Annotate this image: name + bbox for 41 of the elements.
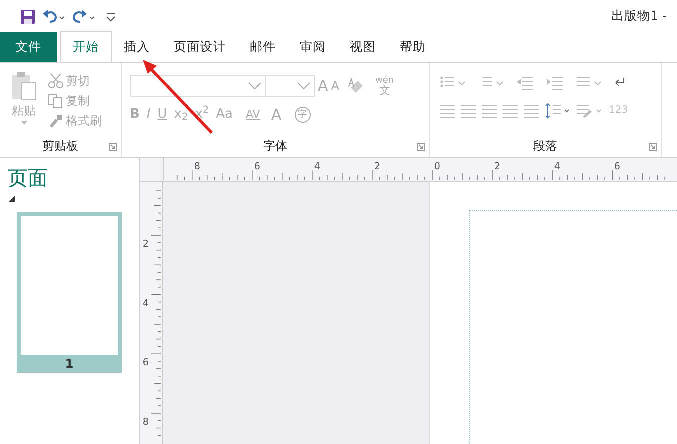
group-label: 段落 — [534, 138, 558, 155]
ribbon-tab[interactable]: 页面设计 — [162, 32, 238, 62]
phonetic-character: 文 — [379, 86, 390, 96]
ribbon-tab[interactable]: 帮助 — [388, 32, 438, 62]
ruler-number: 2 — [494, 162, 500, 172]
brush-icon[interactable] — [48, 113, 63, 129]
ruler-number: 4 — [142, 298, 149, 310]
phonetic-text: wén — [375, 76, 394, 86]
customize-icon[interactable] — [106, 12, 116, 22]
save-icon[interactable] — [20, 8, 36, 24]
ruler-number: 6 — [614, 162, 620, 172]
group-label: 字体 — [264, 138, 288, 155]
ruler-number: 0 — [434, 162, 440, 172]
redo-icon[interactable] — [72, 8, 96, 24]
ruler-number: 4 — [554, 162, 560, 172]
ribbon-tab[interactable]: 视图 — [338, 32, 388, 62]
ruler-number: 6 — [254, 162, 261, 172]
page-thumbnail[interactable]: 1 — [17, 212, 122, 373]
ribbon-tab[interactable]: 插入 — [112, 32, 162, 62]
scissors-icon[interactable] — [48, 73, 63, 89]
ruler-number: 8 — [194, 162, 201, 172]
ruler-number: 2 — [142, 239, 149, 250]
paste-icon[interactable] — [10, 71, 38, 101]
panel-title: 页面 — [7, 165, 49, 190]
ribbon-tab[interactable]: 审阅 — [288, 32, 338, 62]
collapse-icon[interactable] — [9, 196, 15, 202]
ruler-number: 4 — [314, 162, 321, 172]
caret-icon[interactable] — [20, 121, 28, 126]
ribbon-tab[interactable]: 开始 — [60, 31, 112, 62]
document-title: 出版物1 - — [612, 7, 667, 26]
ruler-number: 2 — [374, 162, 381, 172]
file-tab[interactable]: 文件 — [0, 32, 57, 62]
copy-icon[interactable] — [48, 93, 63, 109]
ribbon-tab[interactable]: 邮件 — [238, 32, 288, 62]
dialog-launcher-icon[interactable] — [109, 143, 117, 151]
ruler-number: 6 — [142, 358, 149, 369]
horizontal-ruler[interactable]: 8 6 4 2 0 2 4 6 — [164, 158, 677, 182]
group-label: 剪贴板 — [42, 138, 78, 155]
ruler-number: 8 — [142, 416, 149, 428]
vertical-ruler[interactable]: 2 4 6 8 — [140, 182, 163, 444]
undo-icon[interactable] — [42, 8, 66, 24]
